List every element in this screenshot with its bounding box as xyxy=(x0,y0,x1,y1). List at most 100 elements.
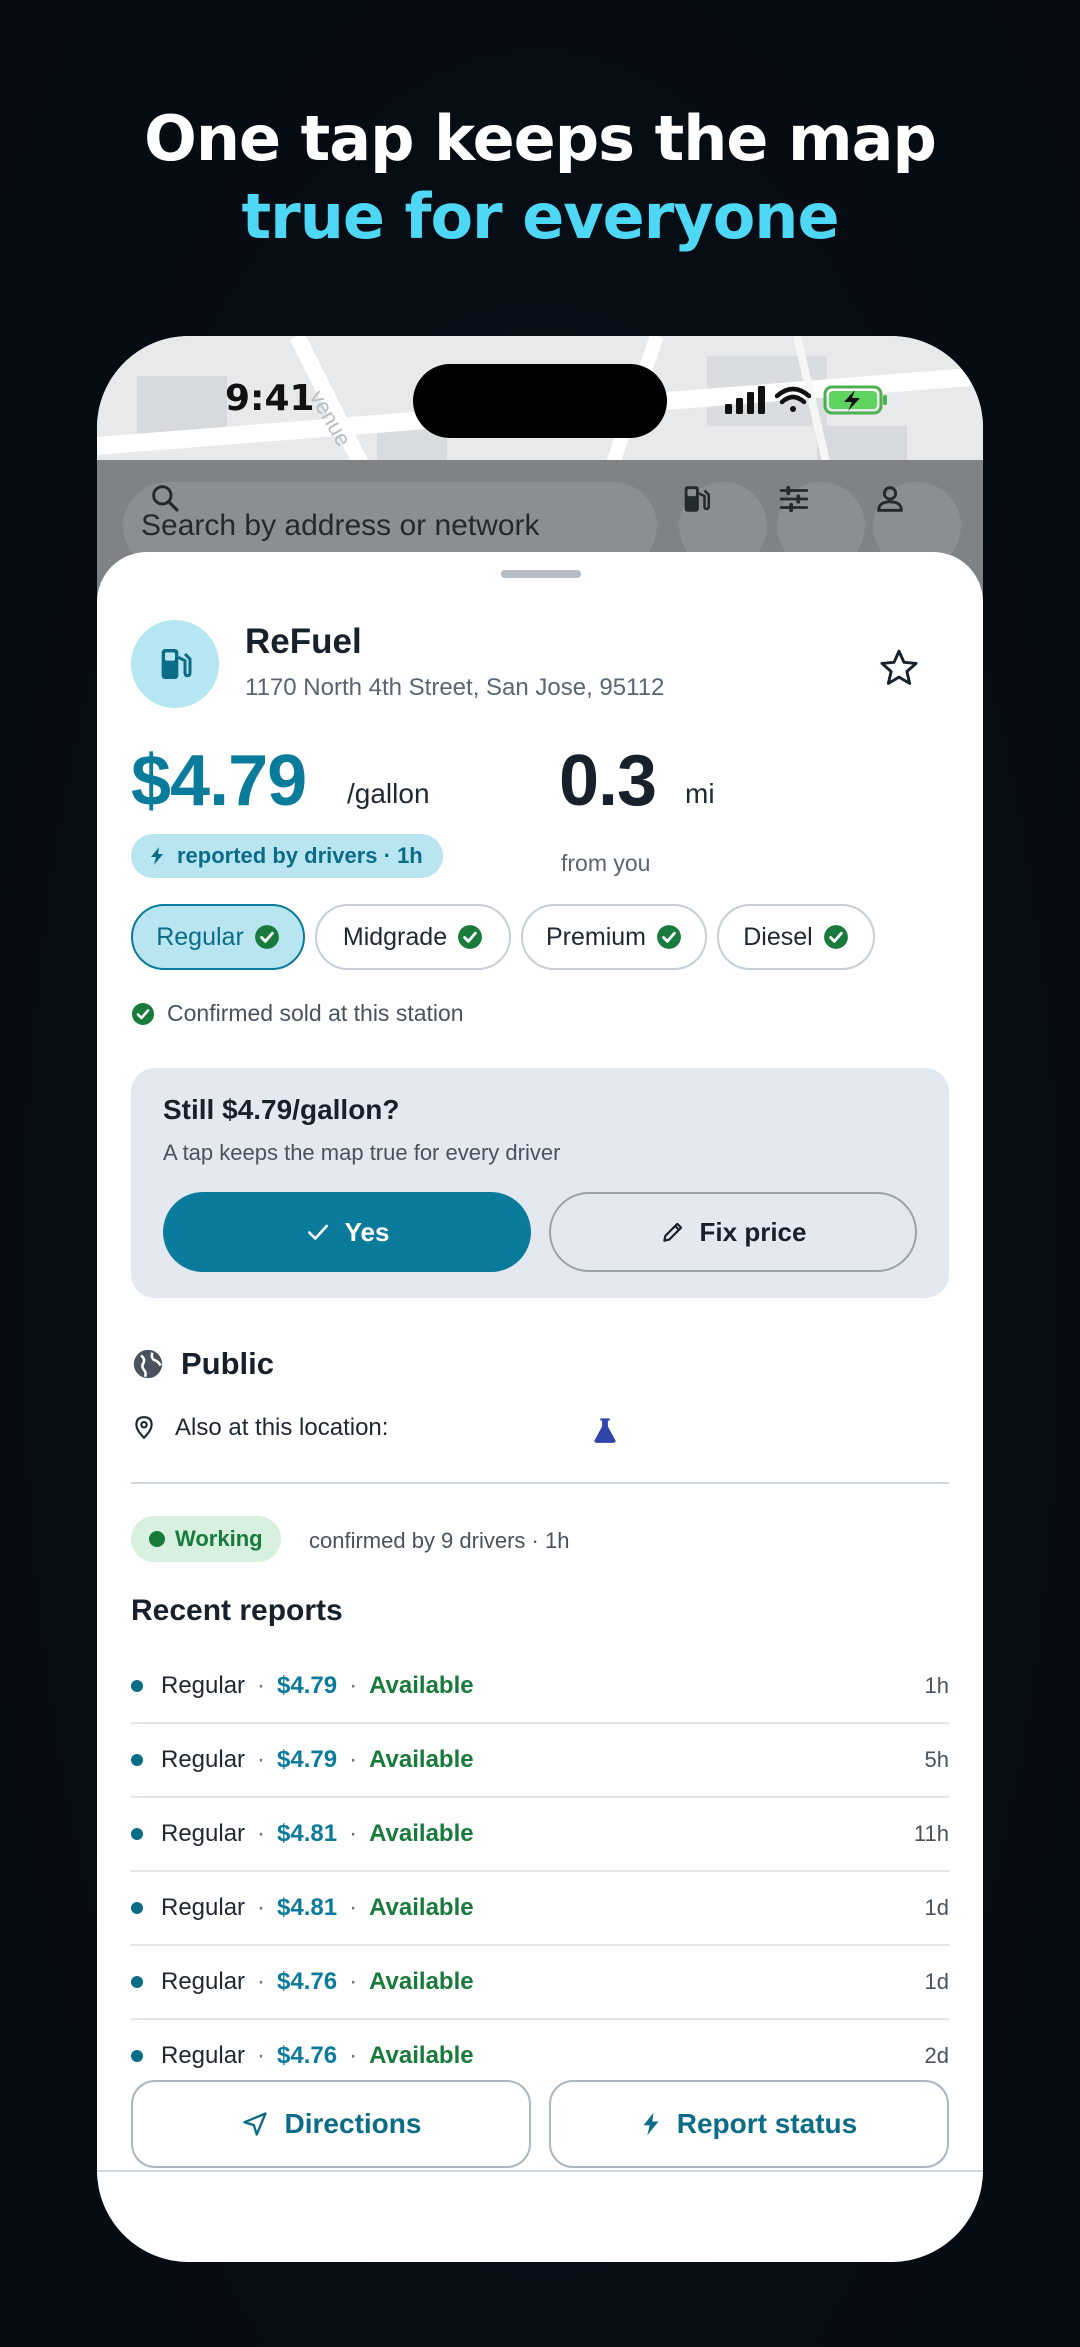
directions-label: Directions xyxy=(284,2108,422,2139)
section-divider xyxy=(131,1482,949,1484)
report-fuel-type: Regular xyxy=(161,1746,246,1773)
report-age: 1h xyxy=(924,1673,949,1698)
price-unit: /gallon xyxy=(347,778,430,809)
station-distance: 0.3 xyxy=(559,741,657,821)
reported-badge: reported by drivers · 1h xyxy=(131,834,443,878)
recent-reports-list: Regular · $4.79 · Available 1h Regular ·… xyxy=(131,1650,949,2092)
access-type: Public xyxy=(131,1346,274,1382)
check-circle-icon xyxy=(132,1002,154,1025)
report-status: Available xyxy=(369,1820,474,1847)
report-price: $4.81 xyxy=(277,1820,338,1847)
sliders-icon xyxy=(779,485,809,513)
report-separator: · xyxy=(257,1746,266,1773)
chip-label: Midgrade xyxy=(342,922,448,951)
price-confirm-card: Still $4.79/gallon? A tap keeps the map … xyxy=(131,1068,949,1298)
confirmed-text: Confirmed sold at this station xyxy=(167,1000,464,1026)
chip-premium[interactable]: Premium xyxy=(521,904,707,970)
report-bullet xyxy=(131,1754,143,1766)
confirm-yes-button[interactable]: Yes xyxy=(163,1192,531,1272)
station-price: $4.79 xyxy=(131,741,307,821)
working-confirmed-meta: confirmed by 9 drivers · 1h xyxy=(309,1528,570,1553)
confirm-title: Still $4.79/gallon? xyxy=(163,1094,400,1125)
station-avatar xyxy=(131,620,219,708)
headline-line-1: One tap keeps the map xyxy=(144,102,937,175)
report-status: Available xyxy=(369,1746,474,1773)
sheet-drag-handle[interactable] xyxy=(501,570,581,578)
battery-charging-icon xyxy=(823,385,887,415)
chip-diesel[interactable]: Diesel xyxy=(717,904,875,970)
check-icon xyxy=(307,1224,328,1240)
report-separator: · xyxy=(349,1968,358,1995)
signal-icon xyxy=(725,386,765,414)
headline-line-2: true for everyone xyxy=(241,180,839,253)
report-separator: · xyxy=(349,1746,358,1773)
report-separator: · xyxy=(257,1820,266,1847)
station-address: 1170 North 4th Street, San Jose, 95112 xyxy=(245,674,665,701)
report-row: Regular · $4.81 · Available 1d xyxy=(131,1872,949,1946)
report-price: $4.76 xyxy=(277,1968,338,1995)
dynamic-island xyxy=(413,364,667,438)
pencil-icon xyxy=(662,1222,682,1242)
favorite-button[interactable] xyxy=(877,646,921,695)
station-name: ReFuel xyxy=(245,622,362,661)
report-price: $4.79 xyxy=(277,1672,338,1699)
chip-midgrade[interactable]: Midgrade xyxy=(315,904,511,970)
also-at-location: Also at this location: xyxy=(131,1414,388,1442)
confirmed-sold-note: Confirmed sold at this station xyxy=(131,1000,464,1027)
fix-price-button[interactable]: Fix price xyxy=(549,1192,917,1272)
chip-label: Regular xyxy=(156,922,244,951)
check-circle-icon xyxy=(823,925,848,949)
directions-button[interactable]: Directions xyxy=(131,2080,531,2168)
report-row: Regular · $4.79 · Available 1h xyxy=(131,1650,949,1724)
report-status: Available xyxy=(369,2042,474,2069)
phone-frame: venue 9:41 Search by address or network … xyxy=(97,336,983,2262)
fuel-pump-icon xyxy=(684,486,711,512)
report-price: $4.79 xyxy=(277,1746,338,1773)
report-row: Regular · $4.81 · Available 11h xyxy=(131,1798,949,1872)
report-status-button[interactable]: Report status xyxy=(549,2080,949,2168)
check-circle-icon xyxy=(657,925,681,949)
report-fuel-type: Regular xyxy=(161,1968,246,1995)
bolt-icon xyxy=(151,847,163,865)
person-icon xyxy=(877,486,903,512)
report-row: Regular · $4.79 · Available 5h xyxy=(131,1724,949,1798)
check-circle-icon xyxy=(458,925,483,949)
report-separator: · xyxy=(257,1672,266,1699)
report-bullet xyxy=(131,2050,143,2062)
status-dot xyxy=(149,1531,165,1547)
status-time: 9:41 xyxy=(225,378,315,419)
report-age: 2d xyxy=(924,2043,949,2068)
report-separator: · xyxy=(257,2042,266,2069)
report-fuel-type: Regular xyxy=(161,1820,246,1847)
report-bullet xyxy=(131,1680,143,1692)
report-fuel-type: Regular xyxy=(161,1672,246,1699)
marketing-headline: One tap keeps the map true for everyone xyxy=(0,100,1080,256)
distance-unit: mi xyxy=(685,778,715,809)
report-price: $4.76 xyxy=(277,2042,338,2069)
reported-text: reported by drivers · 1h xyxy=(177,843,423,868)
station-detail-sheet: ReFuel 1170 North 4th Street, San Jose, … xyxy=(97,552,983,2262)
confirm-subtitle: A tap keeps the map true for every drive… xyxy=(163,1140,561,1165)
access-label: Public xyxy=(181,1346,275,1381)
chip-regular[interactable]: Regular xyxy=(131,904,305,970)
report-separator: · xyxy=(257,1968,266,1995)
globe-icon xyxy=(133,1349,163,1379)
report-bullet xyxy=(131,1976,143,1988)
chip-label: Premium xyxy=(545,922,646,951)
report-status: Available xyxy=(369,1672,474,1699)
bolt-icon xyxy=(643,2112,659,2136)
report-status-label: Report status xyxy=(676,2108,858,2139)
report-separator: · xyxy=(257,1894,266,1921)
report-fuel-type: Regular xyxy=(161,1894,246,1921)
also-at-label: Also at this location: xyxy=(175,1414,389,1441)
report-age: 1d xyxy=(924,1969,949,1994)
fuel-pump-icon xyxy=(161,649,192,679)
report-bullet xyxy=(131,1828,143,1840)
report-row: Regular · $4.76 · Available 1d xyxy=(131,1946,949,2020)
wifi-icon xyxy=(774,386,812,412)
report-separator: · xyxy=(349,1672,358,1699)
check-circle-icon xyxy=(254,925,279,949)
star-icon xyxy=(880,649,918,685)
search-icon xyxy=(152,485,179,512)
co-located-brand[interactable] xyxy=(591,1416,619,1449)
